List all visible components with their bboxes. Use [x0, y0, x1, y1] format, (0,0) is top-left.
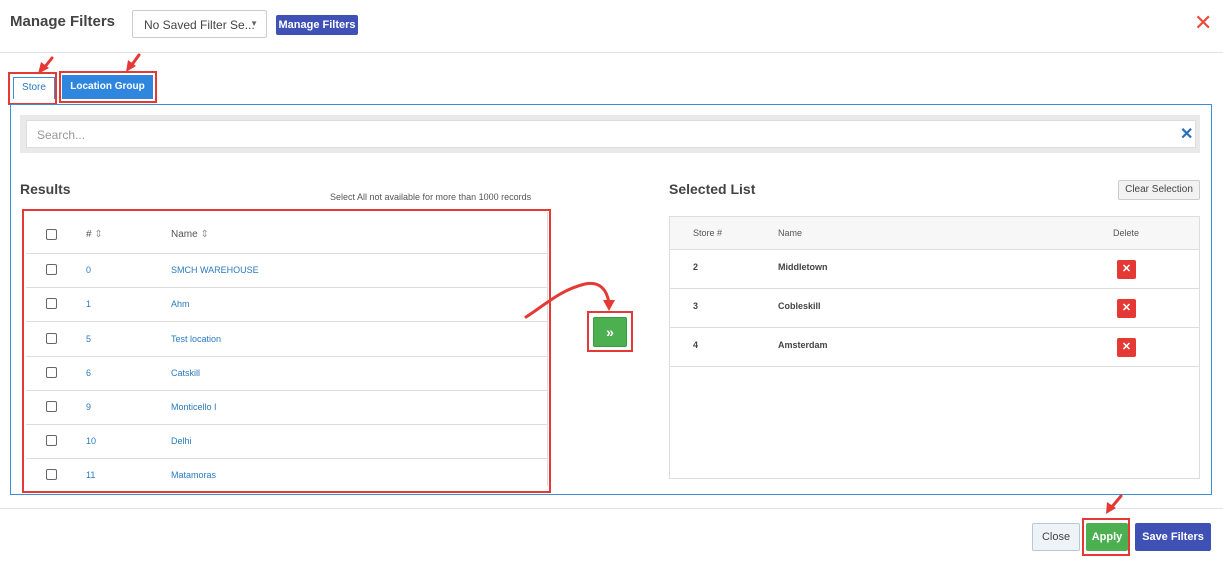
save-filters-button[interactable]: Save Filters [1135, 523, 1211, 551]
selected-row: 4 Amsterdam ✕ [670, 328, 1199, 367]
manage-filters-button[interactable]: Manage Filters [276, 15, 358, 35]
footer-divider [0, 508, 1223, 509]
clear-search-icon[interactable]: ✕ [1180, 124, 1193, 144]
chevron-down-icon: ▼ [250, 19, 258, 28]
selected-list-title: Selected List [669, 181, 756, 197]
selected-store-number: 3 [693, 301, 699, 311]
annotation-box-results [22, 209, 551, 493]
selected-row: 3 Cobleskill ✕ [670, 289, 1199, 328]
delete-icon[interactable]: ✕ [1117, 299, 1136, 318]
clear-selection-button[interactable]: Clear Selection [1118, 180, 1200, 200]
column-header-delete: Delete [1113, 228, 1140, 238]
selected-store-name: Middletown [778, 262, 828, 272]
search-input[interactable]: Search... [26, 120, 1196, 148]
selected-list-table: Store # Name Delete 2 Middletown ✕ 3 Cob… [669, 216, 1200, 479]
selected-store-number: 4 [693, 340, 699, 350]
delete-icon[interactable]: ✕ [1117, 338, 1136, 357]
move-to-selected-button[interactable]: » [593, 317, 627, 347]
close-icon[interactable]: ✕ [1194, 12, 1214, 34]
close-button[interactable]: Close [1032, 523, 1080, 551]
selected-store-name: Cobleskill [778, 301, 821, 311]
saved-filter-select-value: No Saved Filter Se... [144, 18, 255, 32]
saved-filter-select[interactable]: No Saved Filter Se... ▼ [132, 10, 267, 38]
column-header-store: Store # [693, 228, 723, 238]
selected-store-number: 2 [693, 262, 699, 272]
tab-store[interactable]: Store [13, 77, 55, 99]
apply-button[interactable]: Apply [1086, 523, 1128, 551]
select-all-note: Select All not available for more than 1… [330, 192, 532, 202]
tab-location-group[interactable]: Location Group [62, 75, 153, 99]
annotation-arrow-apply [1109, 494, 1123, 510]
modal-title: Manage Filters [10, 13, 116, 30]
annotation-arrow-store [42, 56, 54, 70]
selected-store-name: Amsterdam [778, 340, 828, 350]
column-header-name: Name [778, 228, 803, 238]
delete-icon[interactable]: ✕ [1117, 260, 1136, 279]
results-title: Results [20, 181, 71, 197]
selected-row: 2 Middletown ✕ [670, 250, 1199, 289]
annotation-arrow-location-group [129, 53, 141, 68]
selected-list-header: Store # Name Delete [670, 217, 1199, 250]
